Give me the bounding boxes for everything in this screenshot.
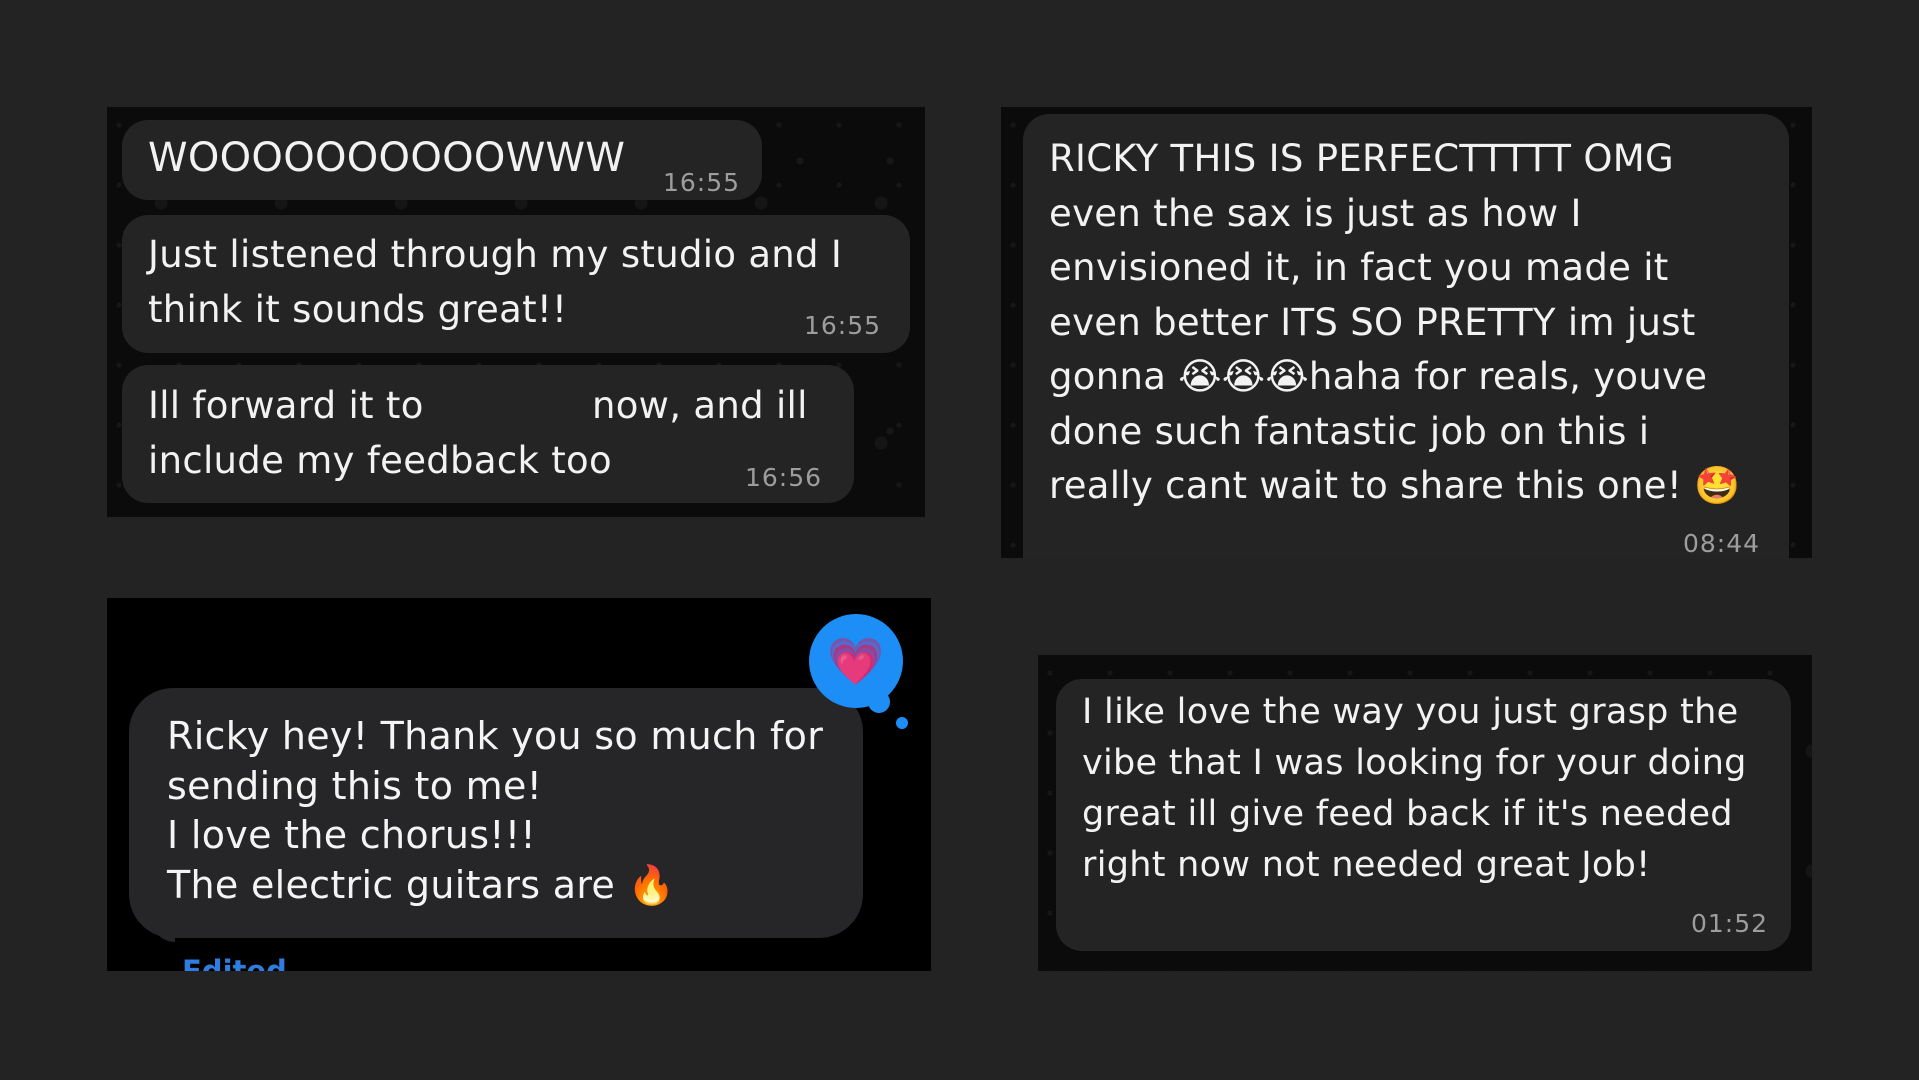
message-line: envisioned it, in fact you made it (1049, 246, 1669, 289)
message-line: I like love the way you just grasp the (1082, 692, 1739, 732)
message-line: even better ITS SO PRETTY im just (1049, 300, 1696, 344)
chat-screenshot-2: RICKY THIS IS PERFECTTTTT OMG even the s… (1001, 107, 1812, 558)
message-line: The electric guitars are 🔥 (167, 862, 676, 907)
message-bubble[interactable]: Ill forward it to now, and ill include m… (122, 365, 854, 503)
message-line: gonna 😭😭😭haha for reals, youve (1049, 355, 1708, 398)
message-line: sending this to me! (167, 763, 543, 808)
message-timestamp: 08:44 (1683, 529, 1761, 558)
message-bubble[interactable]: Just listened through my studio and I th… (122, 215, 910, 353)
message-timestamp: 16:55 (804, 311, 882, 340)
chat-screenshot-1: WOOOOOOOOOOWWW 16:55 Just listened throu… (107, 107, 925, 517)
message-line: right now not needed great Job! (1082, 845, 1651, 885)
message-text: I like love the way you just grasp the v… (1082, 687, 1747, 891)
edited-label[interactable]: Edited (182, 954, 287, 971)
message-text: now, and ill (592, 384, 808, 427)
message-line: I love the chorus!!! (167, 813, 536, 857)
message-text: RICKY THIS IS PERFECTTTTT OMG even the s… (1049, 132, 1740, 514)
message-bubble[interactable]: WOOOOOOOOOOWWW 16:55 (122, 120, 762, 200)
heart-emoji: 💗 (827, 634, 885, 688)
message-bubble[interactable]: I like love the way you just grasp the v… (1056, 679, 1791, 951)
reaction-tail-dot (868, 691, 890, 713)
message-text: Ricky hey! Thank you so much for sending… (167, 712, 823, 910)
bubble-tail (147, 908, 175, 942)
message-timestamp: 16:55 (663, 168, 741, 197)
message-line: great ill give feed back if it's needed (1082, 794, 1733, 834)
chat-screenshot-3: Ricky hey! Thank you so much for sending… (107, 598, 931, 971)
message-bubble[interactable]: RICKY THIS IS PERFECTTTTT OMG even the s… (1023, 114, 1789, 558)
message-line: vibe that I was looking for your doing (1082, 743, 1747, 783)
message-text: Ill forward it to (148, 384, 424, 427)
message-line: even the sax is just as how I (1049, 191, 1582, 235)
message-timestamp: 01:52 (1691, 909, 1769, 938)
heart-reaction-icon[interactable]: 💗 (809, 614, 903, 708)
chat-screenshot-4: I like love the way you just grasp the v… (1038, 655, 1812, 971)
reaction-tail-dot-small (896, 717, 908, 729)
message-bubble[interactable]: Ricky hey! Thank you so much for sending… (129, 688, 863, 938)
message-line: RICKY THIS IS PERFECTTTTT OMG (1049, 137, 1674, 180)
message-line: Ricky hey! Thank you so much for (167, 714, 824, 758)
message-line: done such fantastic job on this i (1049, 409, 1650, 453)
message-text: Just listened through my studio and I th… (148, 233, 843, 331)
message-line: really cant wait to share this one! 🤩 (1049, 464, 1741, 507)
message-text: WOOOOOOOOOOWWW (148, 135, 626, 181)
message-text: include my feedback too (148, 439, 612, 482)
message-timestamp: 16:56 (745, 463, 823, 492)
